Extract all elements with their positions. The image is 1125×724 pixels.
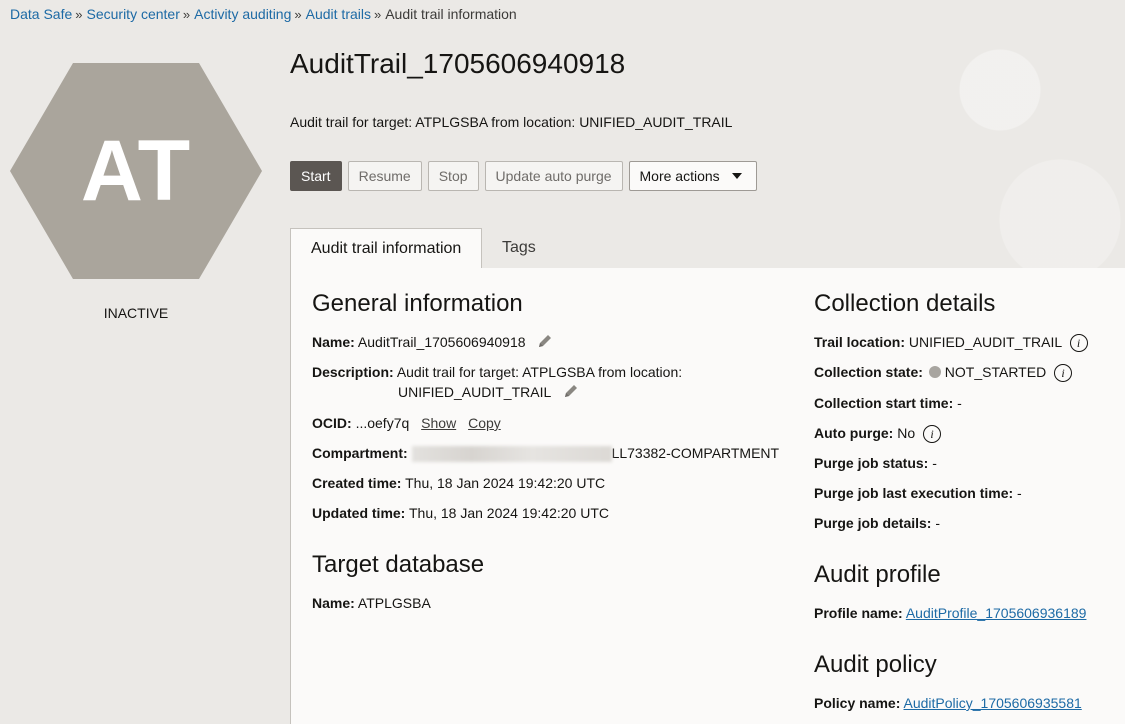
more-actions-button[interactable]: More actions [628, 161, 757, 191]
purge-job-details-label: Purge job details: [814, 515, 932, 531]
lifecycle-status: INACTIVE [103, 305, 169, 321]
compartment-label: Compartment: [312, 445, 408, 461]
breadcrumb: Data Safe» Security center» Activity audit… [10, 6, 517, 22]
trail-location-label: Trail location: [814, 334, 906, 350]
pencil-icon[interactable] [563, 383, 579, 404]
updated-time-label: Updated time: [312, 505, 406, 521]
compartment-field: Compartment: LL73382-COMPARTMENT [312, 443, 779, 463]
name-field: Name: AuditTrail_1705606940918 [312, 332, 553, 354]
ocid-value: ...oefy7q [355, 415, 410, 431]
ocid-label: OCID: [312, 415, 352, 431]
page-subtitle: Audit trail for target: ATPLGSBA from lo… [290, 114, 733, 130]
collection-state-value: NOT_STARTED [944, 364, 1047, 380]
created-time-label: Created time: [312, 475, 402, 491]
collection-details-heading: Collection details [814, 290, 996, 317]
description-line-1: Audit trail for target: ATPLGSBA from lo… [396, 364, 683, 380]
redacted-text [411, 446, 612, 463]
start-button[interactable]: Start [290, 161, 342, 191]
auto-purge-field: Auto purge: No i [814, 423, 942, 444]
breadcrumb-separator: » [75, 7, 83, 22]
created-time-field: Created time: Thu, 18 Jan 2024 19:42:20 … [312, 473, 605, 493]
target-name-field: Name: ATPLGSBA [312, 593, 431, 613]
more-actions-label: More actions [639, 168, 720, 184]
profile-name-field: Profile name: AuditProfile_1705606936189 [814, 603, 1086, 623]
profile-name-link[interactable]: AuditProfile_1705606936189 [906, 605, 1087, 621]
breadcrumb-link-security-center[interactable]: Security center [87, 6, 180, 22]
collection-state-field: Collection state: NOT_STARTED i [814, 362, 1073, 383]
details-panel: General information Name: AuditTrail_170… [290, 268, 1125, 724]
info-icon[interactable]: i [1054, 364, 1073, 383]
name-value: AuditTrail_1705606940918 [357, 334, 526, 350]
purge-job-last-execution-label: Purge job last execution time: [814, 485, 1014, 501]
info-icon[interactable]: i [923, 425, 942, 444]
stop-button[interactable]: Stop [427, 161, 479, 191]
target-database-heading: Target database [312, 551, 485, 578]
updated-time-field: Updated time: Thu, 18 Jan 2024 19:42:20 … [312, 503, 609, 523]
caret-down-icon [731, 173, 742, 179]
info-icon[interactable]: i [1069, 334, 1088, 353]
ocid-field: OCID: ...oefy7q Show Copy [312, 413, 501, 433]
breadcrumb-current: Audit trail information [385, 6, 517, 22]
purge-job-last-execution-value: - [1017, 485, 1022, 501]
updated-time-value: Thu, 18 Jan 2024 19:42:20 UTC [408, 505, 610, 521]
breadcrumb-link-activity-auditing[interactable]: Activity auditing [194, 6, 291, 22]
audit-profile-heading: Audit profile [814, 561, 941, 588]
tab-audit-trail-information[interactable]: Audit trail information [290, 228, 482, 269]
trail-location-value: UNIFIED_AUDIT_TRAIL [908, 334, 1062, 350]
auto-purge-value: No [897, 425, 916, 441]
purge-job-details-value: - [935, 515, 941, 531]
description-label: Description: [312, 364, 394, 380]
policy-name-field: Policy name: AuditPolicy_1705606935581 [814, 693, 1082, 713]
tab-bar: Audit trail information Tags [290, 228, 1125, 269]
profile-name-label: Profile name: [814, 605, 903, 621]
resume-button[interactable]: Resume [347, 161, 422, 191]
purge-job-status-field: Purge job status: - [814, 453, 937, 473]
ocid-show-link[interactable]: Show [421, 415, 456, 431]
compartment-value: LL73382-COMPARTMENT [611, 445, 780, 461]
general-information-heading: General information [312, 290, 523, 317]
target-name-label: Name: [312, 595, 355, 611]
collection-start-time-value: - [957, 395, 962, 411]
status-dot-icon [928, 366, 941, 379]
created-time-value: Thu, 18 Jan 2024 19:42:20 UTC [405, 475, 606, 491]
purge-job-details-field: Purge job details: - [814, 513, 940, 533]
breadcrumb-link-data-safe[interactable]: Data Safe [10, 6, 72, 22]
page-title: AuditTrail_1705606940918 [290, 48, 626, 79]
update-auto-purge-button[interactable]: Update auto purge [484, 161, 623, 191]
policy-name-label: Policy name: [814, 695, 901, 711]
policy-name-link[interactable]: AuditPolicy_1705606935581 [904, 695, 1082, 711]
breadcrumb-separator: » [294, 7, 302, 22]
collection-start-time-label: Collection start time: [814, 395, 954, 411]
collection-state-label: Collection state: [814, 364, 923, 380]
ocid-copy-link[interactable]: Copy [468, 415, 501, 431]
badge-initials: AT [80, 122, 192, 219]
purge-job-last-execution-field: Purge job last execution time: - [814, 483, 1022, 503]
breadcrumb-link-audit-trails[interactable]: Audit trails [306, 6, 371, 22]
audit-policy-heading: Audit policy [814, 651, 937, 678]
name-label: Name: [312, 334, 355, 350]
breadcrumb-separator: » [373, 7, 382, 22]
target-name-value: ATPLGSBA [357, 595, 431, 611]
description-field: Description: Audit trail for target: ATP… [312, 362, 682, 382]
resource-badge: AT [10, 63, 262, 279]
description-field-cont: UNIFIED_AUDIT_TRAIL [398, 382, 579, 404]
collection-start-time-field: Collection start time: - [814, 393, 962, 413]
purge-job-status-value: - [932, 455, 937, 471]
pencil-icon[interactable] [537, 333, 553, 354]
description-line-2: UNIFIED_AUDIT_TRAIL [398, 384, 551, 400]
trail-location-field: Trail location: UNIFIED_AUDIT_TRAIL i [814, 332, 1088, 353]
tab-tags[interactable]: Tags [502, 228, 536, 268]
auto-purge-label: Auto purge: [814, 425, 894, 441]
action-bar: Start Resume Stop Update auto purge More… [290, 161, 757, 191]
page: Data Safe» Security center» Activity audit… [0, 0, 1125, 724]
purge-job-status-label: Purge job status: [814, 455, 929, 471]
breadcrumb-separator: » [182, 7, 191, 22]
